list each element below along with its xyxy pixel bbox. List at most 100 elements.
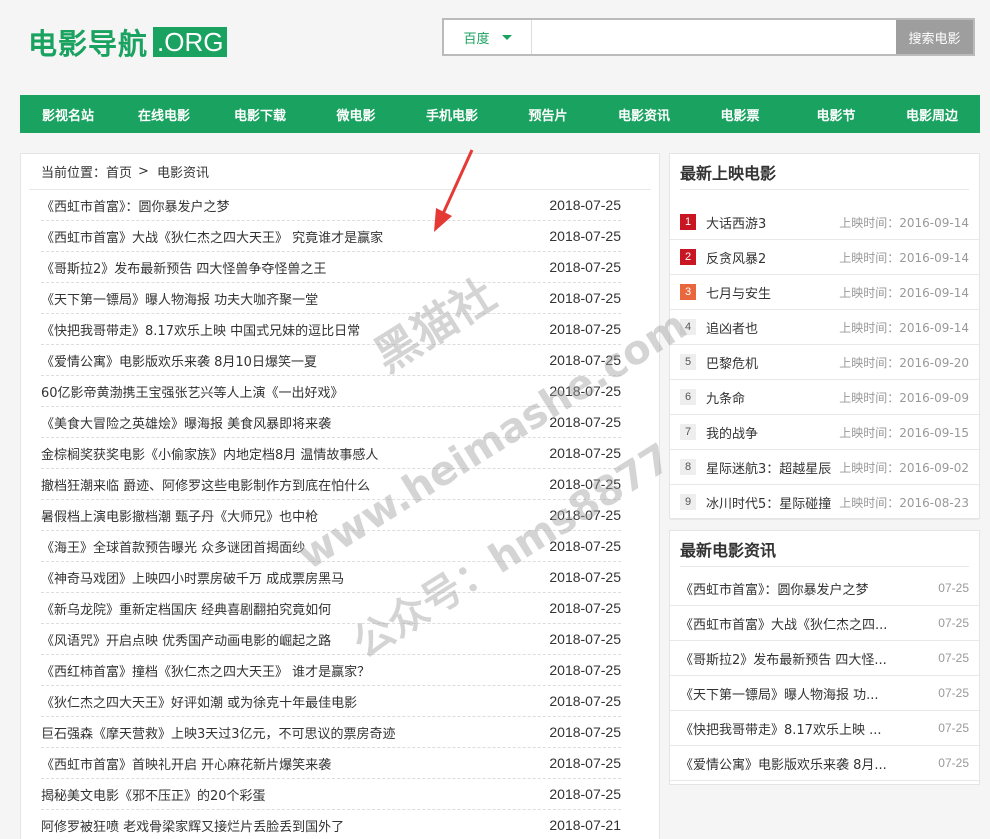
news-row: 《哥斯拉2》发布最新预告 四大怪兽争夺怪兽之王 2018-07-25	[41, 252, 621, 283]
info-row: 《西虹市首富》：圆你暴发户之梦 07-25	[670, 571, 979, 606]
movie-name-link[interactable]: 七月与安生	[706, 283, 839, 302]
info-title-link[interactable]: 《西虹市首富》：圆你暴发户之梦	[680, 579, 905, 598]
news-title-link[interactable]: 金棕榈奖获奖电影《小偷家族》内地定档8月 温情故事感人	[41, 444, 378, 463]
info-title-link[interactable]: 《西虹市首富》大战《狄仁杰之四...	[680, 614, 905, 633]
movie-name-link[interactable]: 反贪风暴2	[706, 248, 839, 267]
breadcrumb-home-link[interactable]: 首页	[106, 162, 132, 181]
news-row: 揭秘美文电影《邪不压正》的20个彩蛋 2018-07-25	[41, 779, 621, 810]
news-title-link[interactable]: 巨石强森《摩天营救》上映3天过3亿元，不可思议的票房奇迹	[41, 723, 396, 742]
movie-row: 5 巴黎危机 上映时间：2016-09-20	[670, 345, 979, 380]
news-title-link[interactable]: 《西红柿首富》撞档《狄仁杰之四大天王》 谁才是赢家？	[41, 661, 370, 680]
news-row: 《西虹市首富》：圆你暴发户之梦 2018-07-25	[41, 190, 621, 221]
main-nav: 影视名站 在线电影 电影下载 微电影 手机电影 预告片 电影资讯 电影票 电影节…	[20, 95, 980, 133]
latest-news-title: 最新电影资讯	[680, 531, 969, 567]
nav-item[interactable]: 预告片	[500, 95, 596, 133]
news-row: 《神奇马戏团》上映四小时票房破千万 成成票房黑马 2018-07-25	[41, 562, 621, 593]
movie-release-date: 上映时间：2016-08-23	[839, 494, 979, 511]
movie-name-link[interactable]: 大话西游3	[706, 213, 839, 232]
rank-badge: 1	[680, 214, 696, 230]
rank-badge: 8	[680, 459, 696, 475]
news-title-link[interactable]: 《西虹市首富》：圆你暴发户之梦	[41, 196, 230, 215]
news-date: 2018-07-25	[549, 693, 621, 709]
movie-name-link[interactable]: 追凶者也	[706, 318, 839, 337]
movie-name-link[interactable]: 巴黎危机	[706, 353, 839, 372]
nav-item[interactable]: 在线电影	[116, 95, 212, 133]
info-date: 07-25	[938, 756, 969, 770]
movie-name-link[interactable]: 星际迷航3：超越星辰	[706, 458, 839, 477]
release-date-label: 上映时间：	[839, 460, 900, 475]
info-row: 《天下第一镖局》曝人物海报 功... 07-25	[670, 676, 979, 711]
news-title-link[interactable]: 暑假档上演电影撤档潮 甄子丹《大师兄》也中枪	[41, 506, 318, 525]
info-title-link[interactable]: 《快把我哥带走》8.17欢乐上映 ...	[680, 719, 905, 738]
movie-name-link[interactable]: 冰川时代5：星际碰撞	[706, 493, 839, 512]
search-input[interactable]	[532, 20, 896, 54]
news-row: 《西虹市首富》首映礼开启 开心麻花新片爆笑来袭 2018-07-25	[41, 748, 621, 779]
rank-badge: 9	[680, 494, 696, 510]
news-title-link[interactable]: 《西虹市首富》首映礼开启 开心麻花新片爆笑来袭	[41, 754, 331, 773]
news-date: 2018-07-25	[549, 259, 621, 275]
nav-item[interactable]: 手机电影	[404, 95, 500, 133]
news-title-link[interactable]: 《神奇马戏团》上映四小时票房破千万 成成票房黑马	[41, 568, 344, 587]
rank-badge: 2	[680, 249, 696, 265]
news-title-link[interactable]: 《狄仁杰之四大天王》好评如潮 或为徐克十年最佳电影	[41, 692, 357, 711]
latest-movies-panel: 最新上映电影 1 大话西游3 上映时间：2016-09-14 2 反贪风暴2 上映时间：2…	[669, 153, 980, 520]
news-date: 2018-07-25	[549, 321, 621, 337]
news-date: 2018-07-25	[549, 383, 621, 399]
info-date: 07-25	[938, 686, 969, 700]
news-title-link[interactable]: 撤档狂潮来临 爵迹、阿修罗这些电影制作方到底在怕什么	[41, 475, 370, 494]
news-title-link[interactable]: 《天下第一镖局》曝人物海报 功夫大咖齐聚一堂	[41, 289, 318, 308]
site-logo[interactable]: 电影导航 .ORG	[28, 22, 228, 62]
movie-release-date: 上映时间：2016-09-14	[839, 249, 979, 266]
movie-row: 8 星际迷航3：超越星辰 上映时间：2016-09-02	[670, 450, 979, 485]
release-date-label: 上映时间：	[839, 390, 900, 405]
news-title-link[interactable]: 《美食大冒险之英雄烩》曝海报 美食风暴即将来袭	[41, 413, 331, 432]
info-title-link[interactable]: 《哥斯拉2》发布最新预告 四大怪...	[680, 649, 905, 668]
news-title-link[interactable]: 60亿影帝黄渤携王宝强张艺兴等人上演《一出好戏》	[41, 382, 344, 401]
nav-item[interactable]: 电影下载	[212, 95, 308, 133]
news-title-link[interactable]: 《海王》全球首款预告曝光 众多谜团首揭面纱	[41, 537, 305, 556]
release-date-value: 2016-09-09	[899, 390, 969, 405]
logo-badge: .ORG	[153, 27, 228, 57]
logo-text: 电影导航	[28, 27, 149, 61]
news-title-link[interactable]: 《新乌龙院》重新定档国庆 经典喜剧翻拍究竟如何	[41, 599, 331, 618]
release-date-label: 上映时间：	[839, 285, 900, 300]
latest-news-panel: 最新电影资讯 《西虹市首富》：圆你暴发户之梦 07-25 《西虹市首富》大战《狄仁杰…	[669, 530, 980, 785]
news-title-link[interactable]: 《爱情公寓》电影版欢乐来袭 8月10日爆笑一夏	[41, 351, 317, 370]
news-date: 2018-07-25	[549, 786, 621, 802]
search-engine-select[interactable]: 百度	[444, 20, 532, 54]
news-row: 《西虹市首富》大战《狄仁杰之四大天王》 究竟谁才是赢家 2018-07-25	[41, 221, 621, 252]
news-row: 《快把我哥带走》8.17欢乐上映 中国式兄妹的逗比日常 2018-07-25	[41, 314, 621, 345]
news-title-link[interactable]: 揭秘美文电影《邪不压正》的20个彩蛋	[41, 785, 266, 804]
news-title-link[interactable]: 《西虹市首富》大战《狄仁杰之四大天王》 究竟谁才是赢家	[41, 227, 383, 246]
release-date-value: 2016-09-02	[899, 460, 969, 475]
nav-item[interactable]: 电影票	[692, 95, 788, 133]
nav-item[interactable]: 电影周边	[884, 95, 980, 133]
news-date: 2018-07-25	[549, 662, 621, 678]
news-title-link[interactable]: 《快把我哥带走》8.17欢乐上映 中国式兄妹的逗比日常	[41, 320, 360, 339]
info-date: 07-25	[938, 616, 969, 630]
rank-badge: 6	[680, 389, 696, 405]
nav-item[interactable]: 微电影	[308, 95, 404, 133]
nav-item[interactable]: 电影资讯	[596, 95, 692, 133]
info-title-link[interactable]: 《天下第一镖局》曝人物海报 功...	[680, 684, 905, 703]
news-title-link[interactable]: 《哥斯拉2》发布最新预告 四大怪兽争夺怪兽之王	[41, 258, 326, 277]
annotation-arrow-icon	[434, 149, 474, 232]
movie-release-date: 上映时间：2016-09-14	[839, 319, 979, 336]
movie-release-date: 上映时间：2016-09-15	[839, 424, 979, 441]
news-title-link[interactable]: 《风语咒》开启点映 优秀国产动画电影的崛起之路	[41, 630, 331, 649]
news-date: 2018-07-25	[549, 724, 621, 740]
movie-name-link[interactable]: 九条命	[706, 388, 839, 407]
search-button[interactable]: 搜索电影	[896, 20, 973, 54]
news-list: 《西虹市首富》：圆你暴发户之梦 2018-07-25 《西虹市首富》大战《狄仁杰之四…	[21, 190, 659, 839]
news-row: 《美食大冒险之英雄烩》曝海报 美食风暴即将来袭 2018-07-25	[41, 407, 621, 438]
info-row: 《哥斯拉2》发布最新预告 四大怪... 07-25	[670, 641, 979, 676]
movie-name-link[interactable]: 我的战争	[706, 423, 839, 442]
news-date: 2018-07-25	[549, 445, 621, 461]
news-date: 2018-07-25	[549, 414, 621, 430]
nav-item[interactable]: 电影节	[788, 95, 884, 133]
news-title-link[interactable]: 阿修罗被狂喷 老戏骨梁家辉又接烂片丢脸丢到国外了	[41, 816, 344, 835]
info-list: 《西虹市首富》：圆你暴发户之梦 07-25 《西虹市首富》大战《狄仁杰之四... 07…	[670, 571, 979, 781]
news-row: 《爱情公寓》电影版欢乐来袭 8月10日爆笑一夏 2018-07-25	[41, 345, 621, 376]
nav-item[interactable]: 影视名站	[20, 95, 116, 133]
info-title-link[interactable]: 《爱情公寓》电影版欢乐来袭 8月...	[680, 754, 905, 773]
